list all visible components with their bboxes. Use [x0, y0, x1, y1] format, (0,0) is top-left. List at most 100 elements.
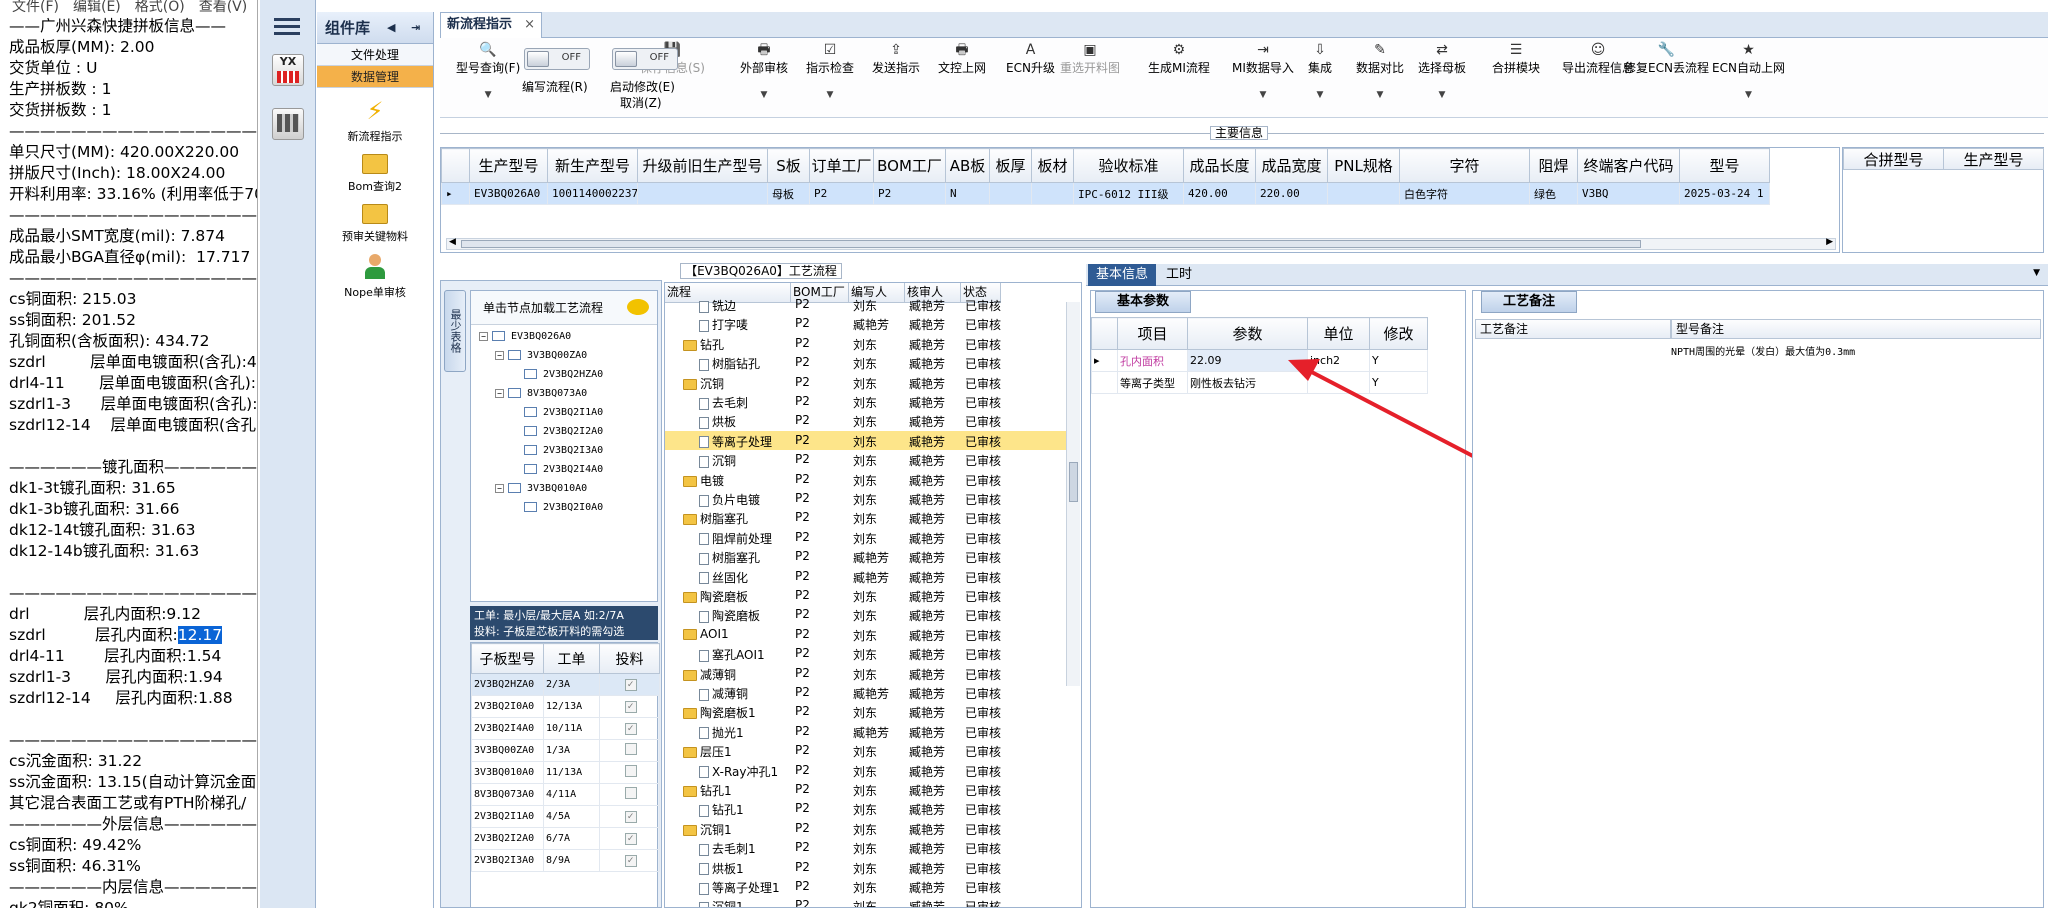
table-row[interactable]: 3V3BQ010A0 11/13A [471, 761, 660, 784]
expand-toggle-icon[interactable]: − [495, 388, 504, 398]
notepad-text[interactable]: ——广州兴森快捷拼板信息—— 成品板厚(MM): 2.00 交货单位 : U 生产拼板… [0, 16, 257, 908]
toolbar-button[interactable]: ⇪ 发送指示 [872, 42, 920, 76]
chevron-down-icon[interactable]: ▼ [2033, 268, 2040, 278]
flow-row[interactable]: AOI1 P2 刘东 臧艳芳 已审核 [665, 625, 1069, 644]
main-grid-scrollbar[interactable]: ◀ ▶ [446, 237, 1836, 250]
column-header[interactable]: 升级前旧生产型号 [637, 148, 768, 183]
sub-model-cell[interactable]: 2V3BQ2I1A0 [471, 805, 544, 828]
grid-cell[interactable]: 母板 [767, 182, 810, 205]
flow-row[interactable]: 电镀 P2 刘东 臧艳芳 已审核 [665, 470, 1069, 489]
tab-work-hours[interactable]: 工时 [1166, 264, 1192, 286]
toolbar-button[interactable]: ⇩ 集成 ▼ [1308, 42, 1332, 100]
table-row[interactable]: 2V3BQ2I1A0 4/5A ✓ [471, 805, 660, 828]
checkbox[interactable]: ✓ [624, 678, 637, 691]
checkbox[interactable]: ✓ [624, 722, 637, 735]
tree-node[interactable]: − 8V3BQ073A0 [495, 388, 587, 399]
sub-model-cell[interactable]: 3V3BQ00ZA0 [471, 739, 544, 762]
grid-cell[interactable]: V3BQ [1577, 182, 1680, 205]
feed-cell[interactable]: ✓ [599, 827, 660, 850]
flow-row[interactable]: 层压1 P2 刘东 臧艳芳 已审核 [665, 741, 1069, 760]
checkbox[interactable] [624, 787, 637, 799]
flow-row[interactable]: 树脂钻孔 P2 刘东 臧艳芳 已审核 [665, 353, 1069, 372]
model-remark-text[interactable]: NPTH周围的光晕（发白）最大值为0.3mm [1671, 343, 1855, 358]
tree-node[interactable]: 2V3BQ2I1A0 [524, 407, 603, 418]
col-unit[interactable]: 单位 [1307, 317, 1370, 350]
flow-row[interactable]: 沉铜1 P2 刘东 臧艳芳 已审核 [665, 819, 1069, 838]
sub-model-cell[interactable]: 2V3BQ2I3A0 [471, 849, 544, 872]
column-header[interactable]: 终端客户代码 [1577, 148, 1680, 183]
item-key-material[interactable]: 预审关键物料 [317, 204, 433, 244]
flow-row[interactable]: 丝固化 P2 臧艳芳 臧艳芳 已审核 [665, 567, 1069, 586]
toolbar-button[interactable]: 🖶 文控上网 [938, 42, 986, 76]
checkbox[interactable]: ✓ [624, 854, 637, 867]
toolbar-button[interactable]: ⇄ 选择母板 ▼ [1418, 42, 1466, 100]
work-order-cell[interactable]: 12/13A [543, 695, 600, 718]
column-header[interactable]: 成品宽度 [1255, 148, 1328, 183]
toggle-start-edit[interactable]: OFF [612, 48, 678, 70]
toolbar-button[interactable]: ⇥ MI数据导入 ▼ [1232, 42, 1294, 100]
flow-row[interactable]: 负片电镀 P2 刘东 臧艳芳 已审核 [665, 489, 1069, 508]
grid-cell[interactable] [1327, 182, 1400, 205]
col-item[interactable]: 项目 [1117, 317, 1188, 350]
param-item-cell[interactable]: 孔内面积 [1117, 349, 1188, 372]
expand-toggle-icon[interactable]: − [495, 483, 504, 493]
item-nope-review[interactable]: Nope单审核 [317, 254, 433, 300]
expand-toggle-icon[interactable]: − [479, 331, 488, 341]
column-header[interactable]: 字符 [1399, 148, 1530, 183]
toggle-write-flow[interactable]: OFF [524, 48, 590, 70]
notepad-menu-item[interactable]: 文件(F) [12, 0, 59, 15]
column-header[interactable]: 验收标准 [1073, 148, 1184, 183]
grid-cell[interactable]: 2025-03-24 1 [1679, 182, 1770, 205]
notepad-menu-item[interactable]: 查看(V) [199, 0, 248, 15]
grid-cell[interactable]: 420.00 [1183, 182, 1256, 205]
sub-model-cell[interactable]: 3V3BQ010A0 [471, 761, 544, 784]
section-data-management[interactable]: 数据管理 [317, 66, 433, 88]
toolbar-button[interactable]: ⚙ 生成MI流程 [1148, 42, 1210, 76]
notepad-menu-item[interactable]: 格式(O) [135, 0, 185, 15]
section-file-processing[interactable]: 文件处理 [317, 44, 433, 66]
flow-row[interactable]: X-Ray冲孔1 P2 刘东 臧艳芳 已审核 [665, 761, 1069, 780]
grid-cell[interactable]: 220.00 [1255, 182, 1328, 205]
column-header[interactable]: BOM工厂 [873, 148, 946, 183]
cancel-edit-label[interactable]: 取消(Z) [620, 94, 662, 111]
work-order-cell[interactable]: 11/13A [543, 761, 600, 784]
flow-row[interactable]: 陶瓷磨板 P2 刘东 臧艳芳 已审核 [665, 586, 1069, 605]
flow-row[interactable]: 钻孔1 P2 刘东 臧艳芳 已审核 [665, 799, 1069, 818]
col-feed[interactable]: 投料 [599, 643, 660, 674]
column-header[interactable]: AB板 [945, 148, 990, 183]
feed-cell[interactable]: ✓ [599, 849, 660, 872]
grid-cell[interactable] [1031, 182, 1074, 205]
sub-model-cell[interactable]: 2V3BQ2I2A0 [471, 827, 544, 850]
tab-basic-info[interactable]: 基本信息 [1088, 264, 1156, 286]
toolbar-button[interactable]: 🔍 型号查询(F) ▼ [456, 42, 520, 100]
sub-model-cell[interactable]: 2V3BQ2I0A0 [471, 695, 544, 718]
toolbar-button[interactable]: ☰ 合拼模块 [1492, 42, 1540, 76]
item-new-flow[interactable]: ⚡ 新流程指示 [317, 98, 433, 144]
column-header[interactable]: 生产型号 [469, 148, 548, 183]
calculator-icon[interactable] [272, 108, 304, 140]
column-header[interactable]: 新生产型号 [547, 148, 638, 183]
tree-node[interactable]: 2V3BQ2I4A0 [524, 464, 603, 475]
scrollbar-thumb[interactable] [1069, 462, 1078, 502]
model-tree[interactable]: 单击节点加载工艺流程 − EV3BQ026A0−3V3BQ00ZA0 2V3BQ2H… [470, 290, 658, 602]
work-order-cell[interactable]: 2/3A [543, 673, 600, 696]
work-order-cell[interactable]: 4/5A [543, 805, 600, 828]
flow-row[interactable]: 烘板1 P2 刘东 臧艳芳 已审核 [665, 858, 1069, 877]
tree-node[interactable]: − EV3BQ026A0 [479, 331, 571, 342]
toolbar-button[interactable]: ★ ECN自动上网 ▼ [1712, 42, 1785, 100]
col-sub-model[interactable]: 子板型号 [471, 643, 544, 674]
work-order-cell[interactable]: 1/3A [543, 739, 600, 762]
tree-node[interactable]: 2V3BQ2I0A0 [524, 502, 603, 513]
column-header[interactable]: 型号 [1679, 148, 1770, 183]
merge-model-grid[interactable]: 合拼型号 生产型号 [1842, 147, 2044, 253]
toolbar-button[interactable]: 🔧 修复ECN丢流程 [1624, 42, 1709, 76]
column-header[interactable]: 板厚 [989, 148, 1032, 183]
work-order-cell[interactable]: 6/7A [543, 827, 600, 850]
sub-model-cell[interactable]: 2V3BQ2I4A0 [471, 717, 544, 740]
table-row[interactable]: 3V3BQ00ZA0 1/3A [471, 739, 660, 762]
grid-cell[interactable]: EV3BQ026A0 [469, 182, 548, 205]
grid-cell[interactable]: IPC-6012 III级 [1073, 182, 1184, 205]
toolbar-button[interactable]: A ECN升级 [1006, 42, 1055, 76]
close-icon[interactable]: × [524, 13, 535, 37]
col-param[interactable]: 参数 [1187, 317, 1308, 350]
